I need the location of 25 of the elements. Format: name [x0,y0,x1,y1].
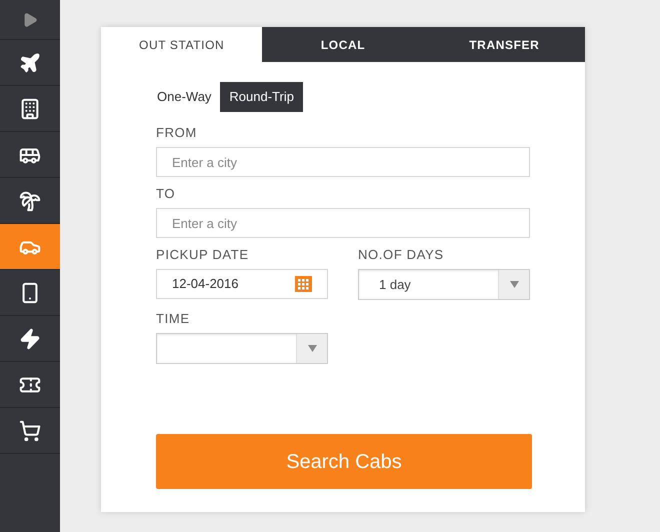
date-value: 12-04-2016 [172,275,238,294]
to-field[interactable]: Enter a city [156,208,530,238]
calendar-icon [295,276,312,292]
caret-icon [308,345,316,352]
sidebar-item[interactable] [0,224,60,270]
trip-type-toggle[interactable]: Round-Trip [220,82,303,112]
cart-icon [19,420,41,442]
tab[interactable]: LOCAL [262,27,424,62]
palm-tree-icon [19,190,41,212]
field-label: NO.OF DAYS [358,248,445,261]
tab[interactable]: OUT STATION [101,27,262,62]
building-icon [19,98,41,120]
play-icon [22,12,38,28]
date-field[interactable]: 12-04-2016 [156,269,328,299]
days-select[interactable]: 1 day [358,269,530,300]
field-label: TO [156,187,176,200]
caret-icon [510,281,518,288]
days-value: 1 day [378,276,412,294]
plane-icon [19,52,41,74]
field-label: PICKUP DATE [156,248,250,261]
from-field[interactable]: Enter a city [156,147,530,177]
field-label: TIME [156,312,191,325]
field-label: FROM [156,126,198,139]
lightning-icon [19,328,41,350]
tab[interactable]: TRANSFER [424,27,585,62]
